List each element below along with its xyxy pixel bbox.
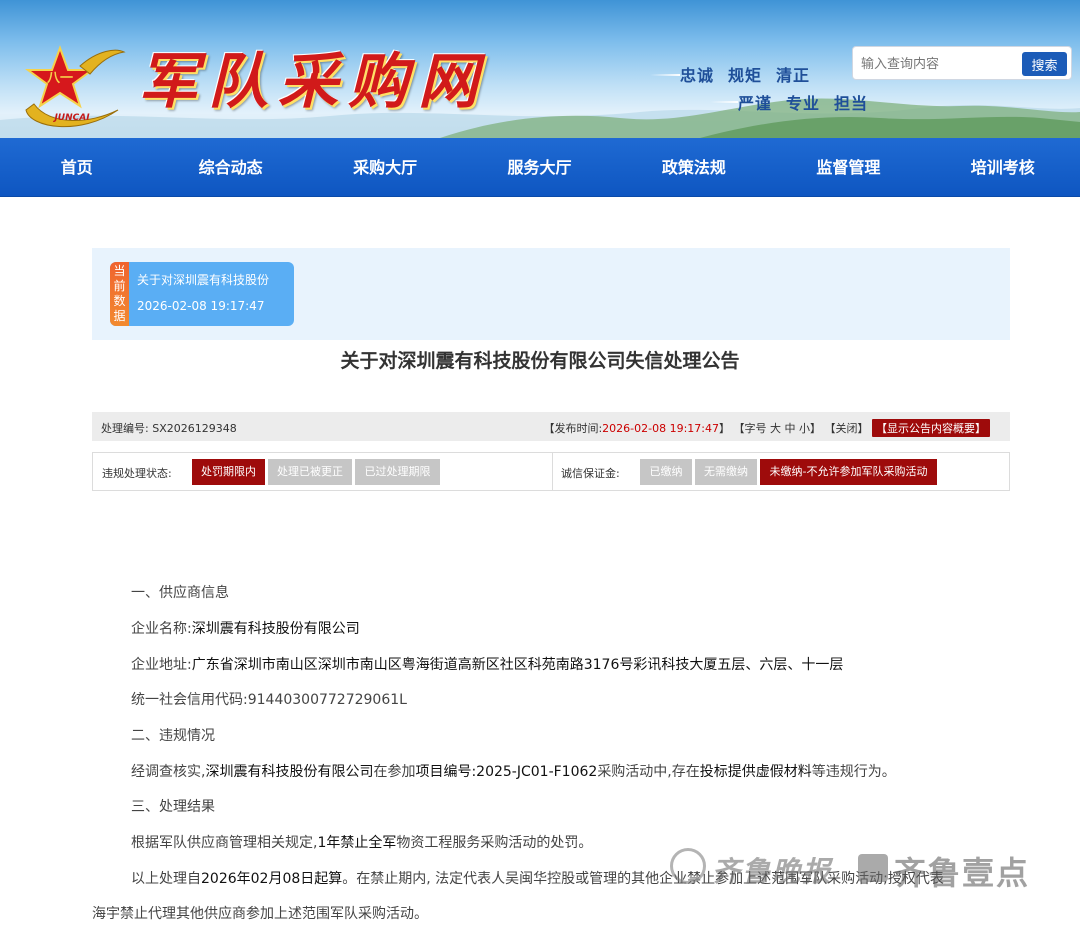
- show-summary-button[interactable]: 【显示公告内容概要】: [872, 419, 990, 437]
- notice-number-value: SX2026129348: [152, 422, 237, 435]
- svg-text:八一: 八一: [46, 71, 73, 86]
- font-large-link[interactable]: 大: [770, 422, 781, 435]
- close-link[interactable]: 【关闭】: [825, 422, 869, 435]
- section-heading: 一、供应商信息: [131, 585, 229, 601]
- watermark-left: 齐鲁晚报: [712, 855, 833, 888]
- notice-meta: 【发布时间:2026-02-08 19:17:47】 【字号 大 中 小】 【关…: [543, 419, 990, 437]
- search-input[interactable]: [861, 53, 1021, 75]
- status-expired[interactable]: 已过处理期限: [355, 459, 440, 485]
- nav-procurement-hall[interactable]: 采购大厅: [308, 138, 462, 196]
- search-button[interactable]: 搜索: [1022, 52, 1067, 76]
- section-heading: 三、处理结果: [131, 799, 215, 815]
- header-banner: 八一 JUNCAI 军队采购网 忠诚规矩清正 严谨专业担当 搜索: [0, 0, 1080, 138]
- company-name-line: 企业名称:深圳震有科技股份有限公司: [131, 618, 360, 638]
- watermark-right: 齐鲁壹点: [894, 854, 1031, 892]
- text: 物资工程服务采购活动的处罚。: [396, 835, 593, 851]
- company-name-label: 企业名称:: [131, 621, 192, 637]
- text: 根据军队供应商管理相关规定,: [131, 835, 318, 851]
- violation-company: 深圳震有科技股份有限公司: [205, 764, 374, 780]
- notice-number: 处理编号: SX2026129348: [101, 420, 237, 436]
- credit-code-line: 统一社会信用代码:91440300772729061L: [131, 689, 407, 709]
- penalty: 1年禁止全军: [317, 835, 397, 851]
- current-data-title: 关于对深圳震有科技股份: [137, 273, 270, 287]
- motto-row-2: 严谨 专业 担当: [738, 90, 882, 114]
- text: 采购活动中,存在: [597, 764, 700, 780]
- violation-behavior: 投标提供虚假材料: [699, 764, 812, 780]
- font-small-link[interactable]: 小: [799, 422, 810, 435]
- site-title: 军队采购网: [138, 47, 488, 117]
- motto-word: 严谨: [738, 94, 773, 113]
- violation-status-label: 违规处理状态:: [102, 467, 172, 480]
- status-within-penalty[interactable]: 处罚期限内: [192, 459, 265, 485]
- violation-line: 经调查核实,深圳震有科技股份有限公司在参加项目编号:2025-JC01-F106…: [131, 761, 896, 781]
- company-address: 广东省深圳市南山区深圳市南山区粤海街道高新区社区科苑南路3176号彩讯科技大厦五…: [191, 657, 844, 673]
- text: 等违规行为。: [811, 764, 896, 780]
- army-star-logo: 八一 JUNCAI: [24, 45, 126, 128]
- current-data-card[interactable]: 当前数据 关于对深圳震有科技股份 2026-02-08 19:17:47: [110, 262, 294, 326]
- result-agent-line: 海宇禁止代理其他供应商参加上述范围军队采购活动。: [92, 906, 428, 922]
- current-data-tag: 当前数据: [110, 262, 129, 326]
- status-corrected[interactable]: 处理已被更正: [268, 459, 352, 485]
- notice-info-bar: 处理编号: SX2026129348 【发布时间:2026-02-08 19:1…: [92, 412, 1010, 441]
- nav-policies[interactable]: 政策法规: [617, 138, 771, 196]
- motto-decoration: [710, 101, 738, 103]
- publish-time-value: 2026-02-08 19:17:47: [602, 422, 719, 435]
- nav-home[interactable]: 首页: [0, 138, 153, 196]
- page-title: 关于对深圳震有科技股份有限公司失信处理公告: [340, 350, 740, 372]
- section-heading: 二、违规情况: [131, 728, 215, 744]
- text: 经调查核实,: [131, 764, 206, 780]
- result-line: 根据军队供应商管理相关规定,1年禁止全军物资工程服务采购活动的处罚。: [131, 832, 592, 852]
- current-data-area: 当前数据 关于对深圳震有科技股份 2026-02-08 19:17:47: [92, 248, 1010, 340]
- font-medium-link[interactable]: 中: [785, 422, 796, 435]
- motto-decoration: [650, 74, 680, 76]
- company-address-line: 企业地址:广东省深圳市南山区深圳市南山区粤海街道高新区社区科苑南路3176号彩讯…: [131, 654, 843, 674]
- motto-row-1: 忠诚 规矩 清正: [680, 62, 824, 86]
- credit-code: 91440300772729061L: [247, 692, 407, 708]
- motto-word: 专业: [786, 94, 821, 113]
- motto-word: 忠诚: [680, 66, 715, 85]
- nav-training[interactable]: 培训考核: [926, 138, 1080, 196]
- nav-supervision[interactable]: 监督管理: [771, 138, 925, 196]
- search-box: 搜索: [852, 46, 1072, 80]
- company-address-label: 企业地址:: [131, 657, 192, 673]
- nav-service-hall[interactable]: 服务大厅: [462, 138, 616, 196]
- publish-time-end: 】: [719, 422, 730, 435]
- watermark: 齐鲁晚报 齐鲁壹点: [670, 846, 1042, 892]
- publish-time-label: 【发布时间:: [543, 422, 603, 435]
- start-date: 2026年02月08日起算: [201, 871, 343, 887]
- main-nav: 首页 综合动态 采购大厅 服务大厅 政策法规 监督管理 培训考核: [0, 138, 1080, 197]
- project-number: 项目编号:2025-JC01-F1062: [415, 764, 598, 780]
- deposit-label: 诚信保证金:: [561, 467, 620, 480]
- font-size-label: 【字号: [733, 422, 767, 435]
- credit-code-label: 统一社会信用代码:: [131, 692, 248, 708]
- watermark-logo-icon: [670, 848, 706, 884]
- nav-news[interactable]: 综合动态: [153, 138, 307, 196]
- deposit-unpaid[interactable]: 未缴纳-不允许参加军队采购活动: [760, 459, 937, 485]
- deposit-paid[interactable]: 已缴纳: [640, 459, 692, 485]
- text: 在参加: [373, 764, 416, 780]
- motto-word: 清正: [776, 66, 811, 85]
- motto-word: 担当: [834, 94, 869, 113]
- current-data-time: 2026-02-08 19:17:47: [137, 299, 265, 313]
- notice-number-label: 处理编号:: [101, 422, 149, 435]
- company-name: 深圳震有科技股份有限公司: [191, 621, 360, 637]
- text: 以上处理自: [131, 871, 201, 887]
- status-table: 违规处理状态: 处罚期限内 处理已被更正 已过处理期限 诚信保证金: 已缴纳 无…: [92, 452, 1010, 491]
- font-size-end: 】: [810, 422, 821, 435]
- deposit-not-required[interactable]: 无需缴纳: [695, 459, 757, 485]
- watermark-box-icon: [858, 854, 888, 882]
- table-divider: [552, 453, 553, 490]
- svg-text:JUNCAI: JUNCAI: [52, 113, 90, 123]
- motto-word: 规矩: [728, 66, 763, 85]
